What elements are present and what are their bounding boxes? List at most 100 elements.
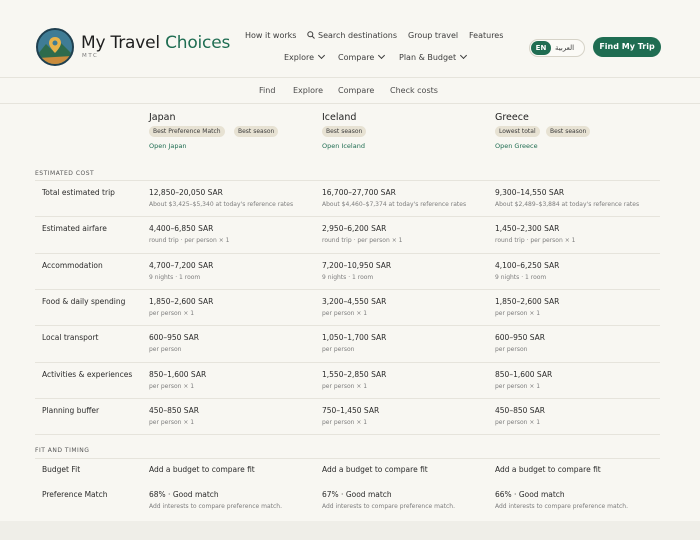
cell-value: 12,850–20,050 SAR [149, 188, 223, 197]
cell-value: 4,700–7,200 SAR [149, 260, 214, 270]
cell-value: 4,100–6,250 SAR [495, 260, 560, 270]
cell-note: per person [149, 346, 182, 354]
cell-value: 67% · Good match [322, 490, 392, 499]
row-label: Budget Fit [42, 465, 81, 474]
cell-note: About $3,425–$5,340 at today's reference… [149, 201, 294, 208]
brand-abbrev: MTC [82, 53, 99, 59]
cell-value: 1,850–2,600 SAR [149, 296, 214, 306]
cell-value: 9,300–14,550 SAR [495, 188, 565, 197]
cell-value: 1,850–2,600 SAR [495, 296, 560, 306]
row-label: Estimated airfare [42, 224, 107, 234]
open-iceland-link[interactable]: Open Iceland [322, 142, 365, 150]
section-estimated-cost: ESTIMATED COST [35, 170, 95, 177]
nav-search-label: Search destinations [318, 31, 398, 40]
find-my-trip-button[interactable]: Find My Trip [593, 37, 661, 57]
cell-value: 1,550–2,850 SAR [322, 369, 387, 379]
cell-note: round trip · per person × 1 [322, 237, 403, 245]
row-divider [35, 434, 660, 436]
cell-note: About $4,460–$7,374 at today's reference… [322, 201, 467, 208]
cell-note: per person × 1 [322, 418, 368, 426]
subnav-find[interactable]: Find [259, 86, 275, 95]
row-divider [35, 361, 660, 363]
nav-how-it-works[interactable]: How it works [245, 31, 296, 40]
cell-value: 66% · Good match [495, 490, 565, 499]
cell-note: 9 nights · 1 room [495, 273, 547, 281]
cell-note: round trip · per person × 1 [149, 237, 230, 245]
lang-en-option[interactable]: EN [531, 41, 551, 55]
cell-note: per person × 1 [149, 418, 195, 426]
subnav-explore[interactable]: Explore [293, 86, 323, 95]
page-bottom-band [0, 521, 700, 540]
nav-group-travel[interactable]: Group travel [408, 31, 458, 40]
cell-note: per person × 1 [495, 418, 541, 426]
nav-explore-menu[interactable]: Explore [284, 51, 326, 62]
tag-best-preference-match: Best Preference Match [149, 126, 225, 137]
chevron-down-icon [378, 51, 386, 60]
cell-value: 2,950–6,200 SAR [322, 224, 387, 234]
nav-plan-budget-menu[interactable]: Plan & Budget [399, 51, 468, 62]
cell-note: About $2,489–$3,884 at today's reference… [495, 201, 640, 208]
site-header: My Travel Choices MTC How it works Searc… [0, 0, 700, 78]
cell-note: per person × 1 [149, 382, 195, 390]
cell-note: per person [495, 346, 528, 354]
row-divider [35, 288, 660, 290]
cell-value: Add a budget to compare fit [149, 465, 255, 474]
divider [35, 458, 660, 459]
cell-value: 850–1,600 SAR [149, 369, 207, 379]
row-label: Food & daily spending [42, 296, 126, 306]
open-greece-link[interactable]: Open Greece [495, 142, 538, 150]
cell-value: 4,400–6,850 SAR [149, 224, 214, 234]
destination-name-greece: Greece [495, 112, 529, 123]
brand-name-accent: Choices [165, 33, 231, 53]
subnav-compare[interactable]: Compare [338, 86, 374, 95]
nav-compare-label: Compare [338, 53, 375, 62]
row-divider [35, 216, 660, 218]
row-label: Preference Match [42, 490, 108, 499]
cell-note: per person [322, 346, 355, 354]
page: My Travel Choices MTC How it works Searc… [0, 0, 700, 540]
open-japan-link[interactable]: Open Japan [149, 142, 187, 150]
row-label: Planning buffer [42, 405, 100, 415]
cell-value: 16,700–27,700 SAR [322, 188, 396, 197]
cell-value: 68% · Good match [149, 490, 219, 499]
nav-search-destinations[interactable]: Search destinations [307, 31, 397, 40]
cell-value: 850–1,600 SAR [495, 369, 553, 379]
chevron-down-icon [460, 51, 468, 60]
cell-note: per person × 1 [322, 382, 368, 390]
brand-name-plain: My Travel [81, 33, 166, 53]
logo-badge-icon[interactable] [36, 28, 74, 66]
cell-value: 7,200–10,950 SAR [322, 260, 392, 270]
nav-explore-label: Explore [284, 53, 315, 62]
row-divider [35, 252, 660, 254]
cell-note: 9 nights · 1 room [322, 273, 374, 281]
row-divider [35, 397, 660, 399]
tag-best-season: Best season [234, 126, 279, 137]
search-icon [307, 31, 315, 39]
cell-note: round trip · per person × 1 [495, 237, 576, 245]
language-toggle[interactable]: EN العربية [529, 39, 585, 57]
cell-note: Add interests to compare preference matc… [149, 503, 282, 510]
cell-value: 450–850 SAR [495, 405, 546, 415]
row-divider [35, 325, 660, 327]
cell-value: Add a budget to compare fit [495, 465, 601, 474]
chevron-down-icon [317, 51, 326, 60]
section-fit-and-timing: FIT AND TIMING [35, 447, 90, 454]
subnav-check-costs[interactable]: Check costs [390, 86, 438, 95]
row-label: Total estimated trip [42, 188, 115, 197]
cell-note: 9 nights · 1 room [149, 273, 201, 281]
cell-value: 1,450–2,300 SAR [495, 224, 560, 234]
divider [35, 180, 660, 181]
destination-name-japan: Japan [149, 112, 176, 123]
cell-value: 600–950 SAR [495, 333, 546, 343]
cell-note: Add interests to compare preference matc… [322, 503, 455, 510]
row-label: Local transport [42, 333, 99, 343]
tag-best-season: Best season [546, 126, 591, 137]
row-label: Accommodation [42, 260, 103, 270]
cell-value: 450–850 SAR [149, 405, 200, 415]
tag-lowest-total: Lowest total [495, 126, 540, 137]
nav-features[interactable]: Features [469, 31, 503, 40]
tag-best-season: Best season [322, 126, 367, 137]
brand-name[interactable]: My Travel Choices [81, 33, 230, 53]
lang-ar-option[interactable]: العربية [555, 41, 574, 55]
nav-compare-menu[interactable]: Compare [338, 51, 386, 62]
